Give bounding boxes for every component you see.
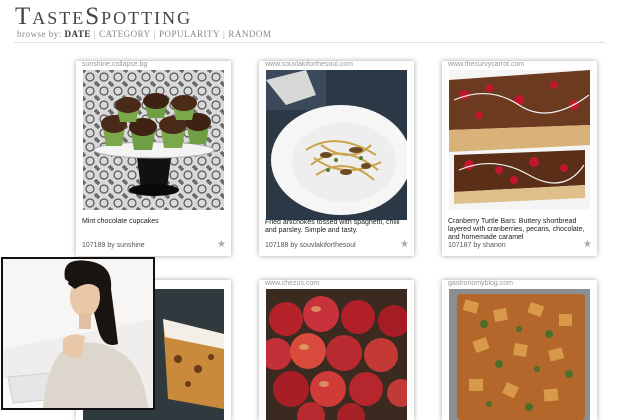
browse-option-popularity[interactable]: Popularity <box>159 29 220 39</box>
favorite-star-icon[interactable]: ★ <box>400 239 409 250</box>
food-photo-bars[interactable] <box>449 70 590 210</box>
favorite-star-icon[interactable]: ★ <box>217 239 226 250</box>
food-card-6[interactable]: gastronomyblog.com <box>442 280 597 420</box>
separator: | <box>93 29 97 39</box>
portrait-photo <box>1 257 155 410</box>
by-label: by <box>290 242 298 249</box>
card-meta: 107187 by shanon <box>448 242 506 249</box>
card-number: 107187 <box>448 242 472 249</box>
card-source[interactable]: www.chezus.com <box>265 280 319 287</box>
food-card-2[interactable]: www.souvlakiforthesoul.com Fried articho… <box>259 61 414 256</box>
card-caption[interactable]: Fried artichokes tossed with spaghetti, … <box>265 219 408 235</box>
card-caption[interactable]: Mint chocolate cupcakes <box>82 218 225 226</box>
favorite-star-icon[interactable]: ★ <box>583 239 592 250</box>
card-source[interactable]: www.thecurvycarrot.com <box>448 61 524 68</box>
card-source[interactable]: www.souvlakiforthesoul.com <box>265 61 353 68</box>
card-number: 107189 <box>82 242 106 249</box>
header-divider <box>15 42 605 43</box>
food-card-1[interactable]: sunshine.collapse.bg Mint chocolate cupc… <box>76 61 231 256</box>
food-photo-cupcakes[interactable] <box>83 70 224 210</box>
card-meta: 107189 by sunshine <box>82 242 145 249</box>
card-source[interactable]: gastronomyblog.com <box>448 280 513 287</box>
food-card-5[interactable]: www.chezus.com <box>259 280 414 420</box>
browse-label: browse by: <box>17 29 62 39</box>
card-user[interactable]: shanon <box>483 242 506 249</box>
browse-bar: browse by: Date | Category | Popularity | Rand… <box>17 29 271 39</box>
separator: | <box>153 29 156 39</box>
card-source[interactable]: sunshine.collapse.bg <box>82 61 147 68</box>
by-label: by <box>107 242 115 249</box>
card-user[interactable]: sunshine <box>117 242 145 249</box>
card-user[interactable]: souvlakiforthesoul <box>300 242 356 249</box>
food-photo-pasta[interactable] <box>266 70 407 220</box>
food-photo-apples[interactable] <box>266 289 407 420</box>
browse-option-date[interactable]: Date <box>65 29 91 39</box>
browse-option-random[interactable]: Random <box>228 29 271 39</box>
card-meta: 107188 by souvlakiforthesoul <box>265 242 356 249</box>
by-label: by <box>473 242 481 249</box>
site-logo[interactable]: TasteSpotting <box>15 3 192 31</box>
browse-option-category[interactable]: Category <box>99 29 151 39</box>
card-caption[interactable]: Cranberry Turtle Bars: Buttery shortbrea… <box>448 218 591 242</box>
food-photo-stuffing[interactable] <box>449 289 590 420</box>
card-number: 107188 <box>265 242 289 249</box>
food-card-3[interactable]: www.thecurvycarrot.com Cranberry Turtle … <box>442 61 597 256</box>
separator: | <box>223 29 226 39</box>
